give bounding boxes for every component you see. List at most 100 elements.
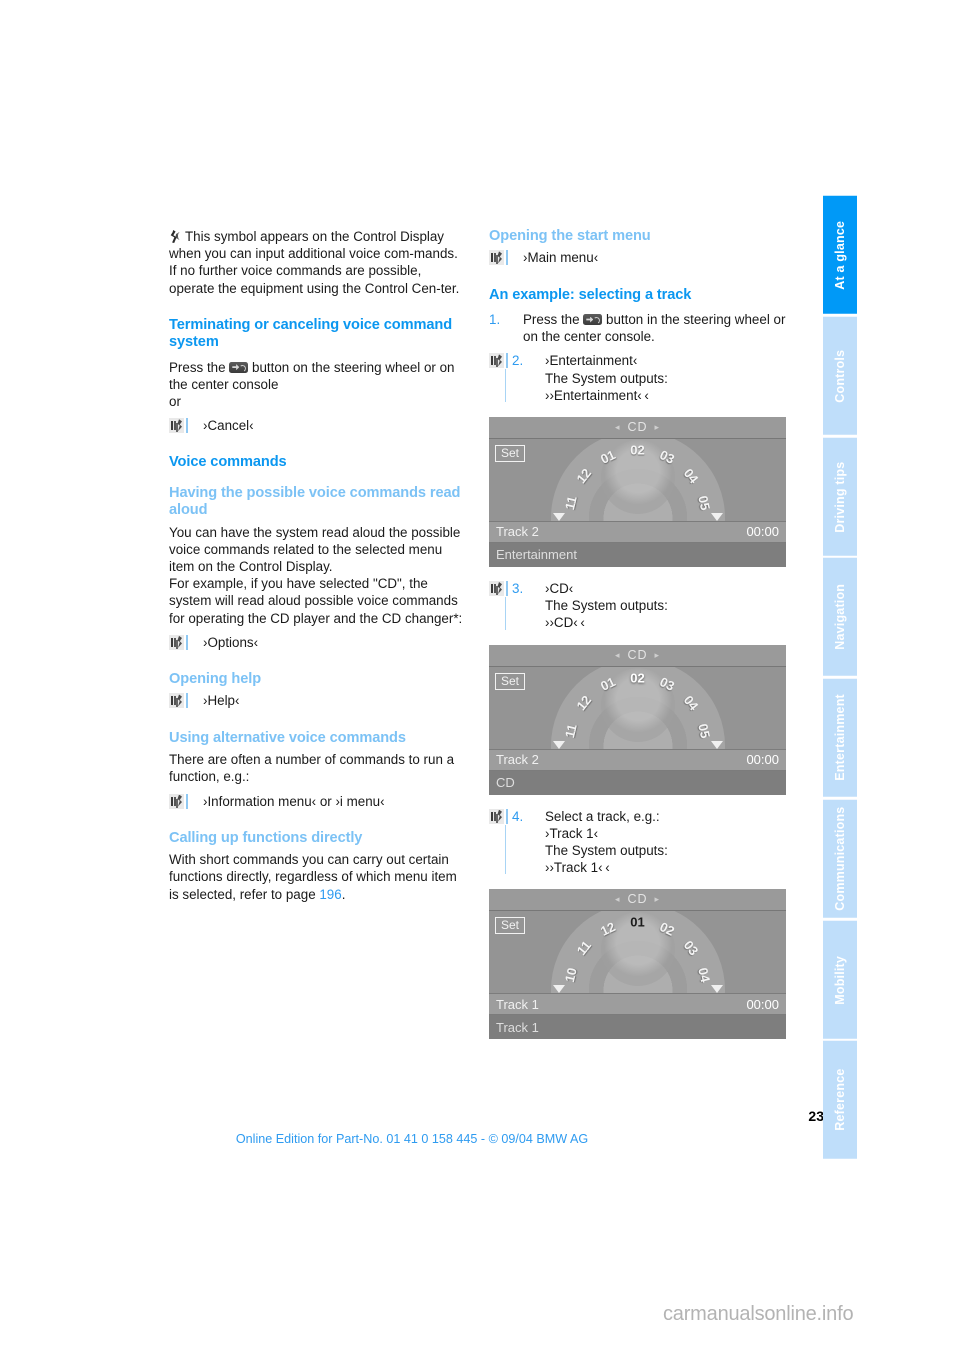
heading-opening-help: Opening help [169, 671, 262, 688]
figure-display-1: ◂ CD ▸ Set 11 12 01 02 03 04 05 Track 2 00:00 [489, 417, 786, 568]
section-tab-communications[interactable]: Communications [823, 799, 857, 918]
dial-endcap-right-icon [710, 513, 723, 522]
display-3-set-button[interactable]: Set [495, 917, 526, 935]
step-3-number: 3. [512, 581, 524, 597]
nav-right-arrow-icon: ▸ [654, 894, 661, 905]
dial-track-tick-label: 02 [630, 442, 645, 458]
options-command-text: ›Options‹ [203, 634, 259, 650]
voice-input-symbol-icon [169, 230, 183, 243]
left-text-column: This symbol appears on the Control Displ… [169, 228, 469, 903]
display-1-set-button[interactable]: Set [495, 445, 526, 463]
nav-left-arrow-icon: ◂ [614, 894, 621, 905]
dial-track-tick-label: 11 [562, 722, 580, 739]
intro-symbol-note: This symbol appears on the Control Displ… [169, 229, 458, 262]
direct-body-text: With short commands you can carry out ce… [169, 852, 457, 902]
voice-button-icon [229, 361, 249, 373]
display-1-stage: Set 11 12 01 02 03 04 05 [489, 439, 786, 522]
step-4-outputs-label: The System outputs: [545, 843, 668, 859]
terminating-body: Press the button on the steering wheel o… [169, 359, 469, 393]
voice-command-icon [169, 693, 188, 709]
section-tab-label: Communications [833, 806, 847, 911]
direct-body: With short commands you can carry out ce… [169, 851, 469, 903]
page-number: 23 [808, 1108, 824, 1124]
step-2-command: ›Entertainment‹ [545, 353, 638, 369]
section-tab-label: Entertainment [833, 694, 847, 782]
dial-endcap-left-icon [552, 740, 565, 749]
idrive-display-3: ◂ CD ▸ Set 10 11 12 01 02 03 04 Track 1 00:00 [489, 889, 786, 1040]
step-4: 4. Select a track, e.g.: ›Track 1‹ The S… [489, 808, 789, 877]
display-1-title: CD [627, 419, 648, 434]
display-2-trackbar: Track 2 00:00 [489, 748, 786, 771]
display-1-time: 00:00 [746, 524, 779, 540]
section-tab-label: Controls [833, 349, 847, 403]
step-4-lead: Select a track, e.g.: [545, 808, 660, 824]
display-3-titlebar: ◂ CD ▸ [489, 889, 786, 912]
figure-display-2: ◂ CD ▸ Set 11 12 01 02 03 04 05 Track 2 00:00 [489, 644, 786, 795]
voice-button-icon [583, 314, 603, 326]
step-2-number: 2. [512, 353, 524, 369]
step-4-output: ››Track 1‹ ‹ [545, 860, 610, 876]
step-rule [505, 597, 507, 630]
section-tab-driving-tips[interactable]: Driving tips [823, 437, 857, 556]
intro-paragraph-2: If no further voice commands are possibl… [169, 263, 460, 296]
dial-endcap-right-icon [710, 985, 723, 994]
or-separator: or [169, 394, 181, 410]
display-1-titlebar: ◂ CD ▸ [489, 417, 786, 440]
page-cross-reference-link[interactable]: 196 [319, 887, 341, 902]
display-2-statusbar: CD [489, 770, 786, 795]
step-1-number: 1. [489, 312, 501, 328]
display-3-statusbar: Track 1 [489, 1015, 786, 1040]
step-rule [505, 824, 507, 875]
idrive-display-2: ◂ CD ▸ Set 11 12 01 02 03 04 05 Track 2 00:00 [489, 644, 786, 795]
step-1: 1. Press the button in the steering whee… [489, 311, 789, 345]
step-3: 3. ›CD‹ The System outputs: ››CD‹ ‹ [489, 580, 789, 632]
step-3-output: ››CD‹ ‹ [545, 615, 585, 631]
voice-command-row-options: ›Options‹ [169, 634, 469, 651]
step-3-command: ›CD‹ [545, 581, 574, 597]
voice-command-row-help: ›Help‹ [169, 692, 469, 709]
section-tab-entertainment[interactable]: Entertainment [823, 679, 857, 797]
dial-endcap-right-icon [710, 740, 723, 749]
heading-voice-commands: Voice commands [169, 454, 287, 471]
display-2-track-dial[interactable]: 11 12 01 02 03 04 05 [550, 666, 725, 749]
display-2-title: CD [627, 647, 648, 662]
display-3-time: 00:00 [746, 996, 779, 1012]
manual-page: At a glance Controls Driving tips Navigatio… [0, 0, 960, 1358]
display-3-trackbar: Track 1 00:00 [489, 993, 786, 1016]
nav-right-arrow-icon: ▸ [654, 421, 661, 432]
display-2-track-label: Track 2 [496, 752, 539, 768]
step-2-outputs-label: The System outputs: [545, 370, 668, 386]
display-2-time: 00:00 [746, 752, 779, 768]
step-2-output: ››Entertainment‹ ‹ [545, 387, 649, 403]
section-tab-label: Navigation [833, 584, 847, 651]
site-watermark: carmanualsonline.info [663, 1303, 854, 1325]
display-1-track-label: Track 2 [496, 524, 539, 540]
step-1-text-a: Press the [523, 312, 584, 328]
direct-body-period: . [341, 886, 346, 902]
voice-command-icon [489, 581, 508, 597]
voice-command-row-main-menu: ›Main menu‹ [489, 249, 789, 266]
display-2-stage: Set 11 12 01 02 03 04 05 [489, 666, 786, 749]
section-tab-controls[interactable]: Controls [823, 316, 857, 435]
voice-command-icon [169, 634, 188, 650]
idrive-display-1: ◂ CD ▸ Set 11 12 01 02 03 04 05 Track 2 00:00 [489, 417, 786, 568]
heading-example-selecting-track: An example: selecting a track [489, 286, 692, 303]
display-1-track-dial[interactable]: 11 12 01 02 03 04 05 [550, 439, 725, 522]
voice-command-icon [169, 418, 188, 434]
read-aloud-body-2: For example, if you have selected "CD", … [169, 576, 463, 626]
right-text-column: Opening the start menu ›Main menu‹ An ex… [489, 228, 789, 1040]
display-2-status: CD [496, 775, 515, 791]
display-3-stage: Set 10 11 12 01 02 03 04 [489, 911, 786, 994]
section-tab-at-a-glance[interactable]: At a glance [823, 196, 857, 314]
section-tab-navigation[interactable]: Navigation [823, 558, 857, 676]
heading-terminating-voice-command-system: Terminating or canceling voice command s… [169, 316, 453, 351]
section-tab-mobility[interactable]: Mobility [823, 920, 857, 1039]
display-2-titlebar: ◂ CD ▸ [489, 644, 786, 667]
heading-calling-functions-directly: Calling up functions directly [169, 829, 363, 846]
display-3-track-dial[interactable]: 10 11 12 01 02 03 04 [550, 911, 725, 994]
help-command-text: ›Help‹ [203, 693, 240, 709]
voice-command-row-information-menu: ›Information menu‹ or ›i menu‹ [169, 793, 469, 810]
dial-track-tick-label: 01 [630, 914, 645, 930]
voice-command-icon [489, 250, 508, 266]
display-2-set-button[interactable]: Set [495, 672, 526, 690]
